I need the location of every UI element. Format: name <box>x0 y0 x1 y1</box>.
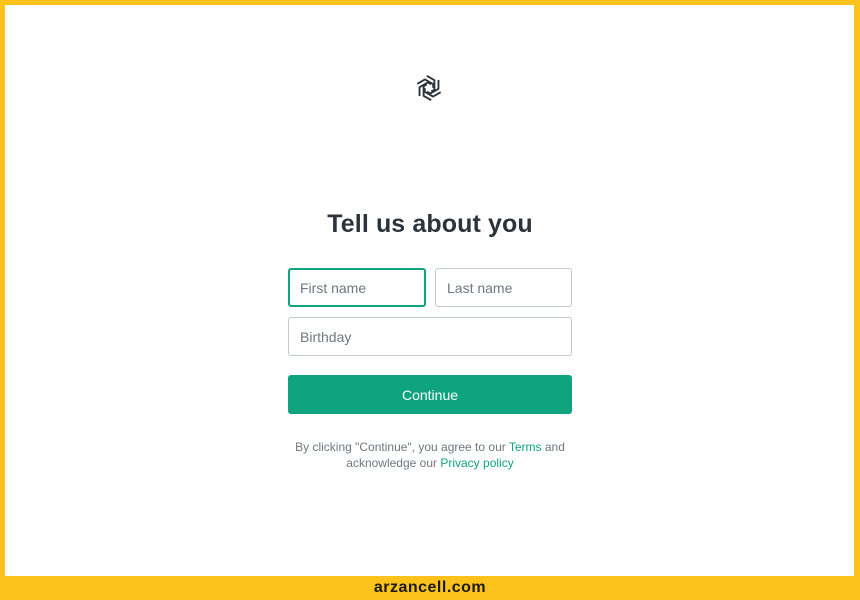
page-title: Tell us about you <box>327 210 533 238</box>
legal-prefix: By clicking "Continue", you agree to our <box>295 440 509 454</box>
openai-logo-icon <box>411 70 447 106</box>
first-name-input[interactable] <box>288 268 426 307</box>
birthday-input[interactable] <box>288 317 572 356</box>
continue-button[interactable]: Continue <box>288 375 572 414</box>
legal-notice: By clicking "Continue", you agree to our… <box>280 439 580 471</box>
terms-link[interactable]: Terms <box>509 440 542 454</box>
watermark-text: arzancell.com <box>373 579 487 596</box>
privacy-policy-link[interactable]: Privacy policy <box>440 456 513 470</box>
last-name-input[interactable] <box>435 268 572 307</box>
